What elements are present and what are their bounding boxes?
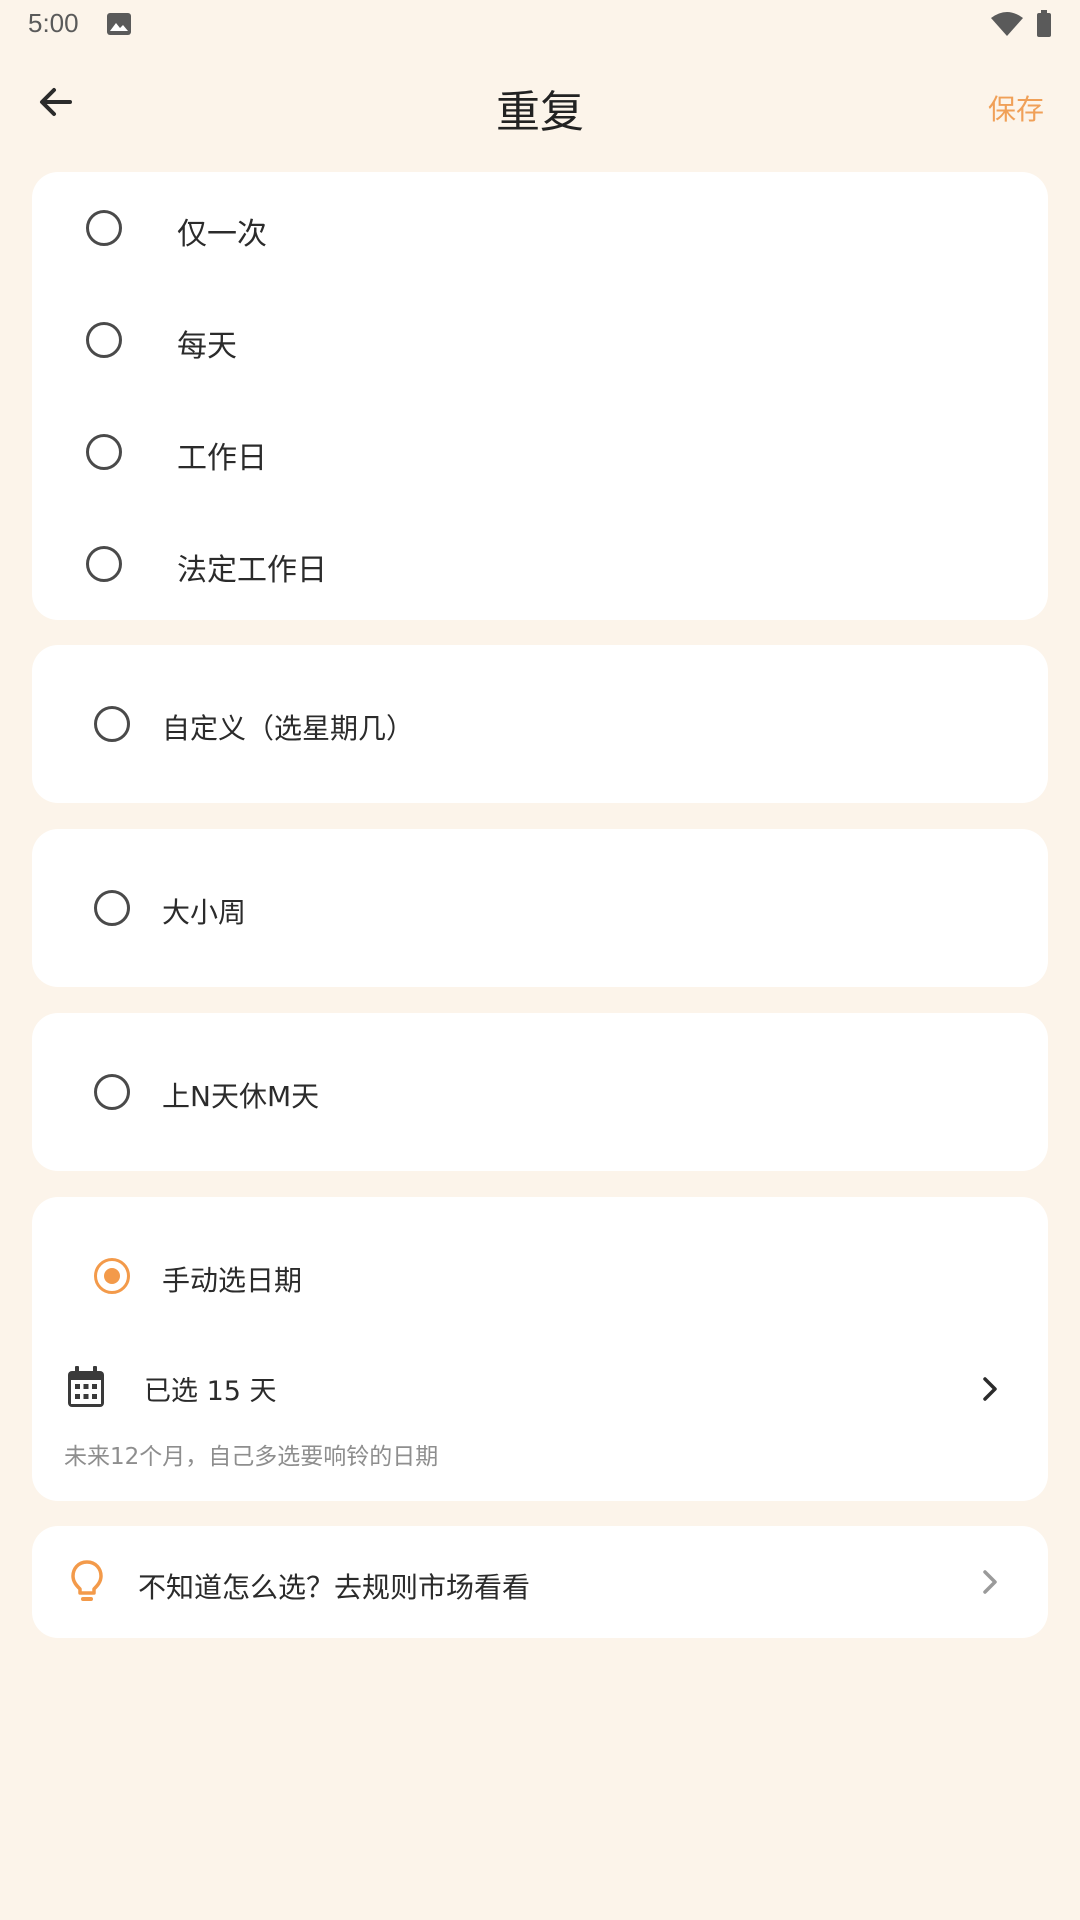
option-shift-pattern[interactable]: 上N天休M天: [32, 1057, 1048, 1127]
radio-button[interactable]: [86, 322, 122, 358]
calendar-icon: [66, 1365, 106, 1413]
custom-option-card: 自定义（选星期几）: [32, 645, 1048, 803]
status-bar: 5:00: [0, 0, 1080, 50]
radio-button-selected[interactable]: [94, 1258, 130, 1294]
option-label: 手动选日期: [162, 1264, 303, 1297]
rule-market-card[interactable]: 不知道怎么选？去规则市场看看: [32, 1526, 1048, 1638]
chevron-right-icon: [980, 1375, 1000, 1407]
lightbulb-icon: [70, 1559, 104, 1609]
alternate-weeks-card: 大小周: [32, 829, 1048, 987]
option-workdays[interactable]: 工作日: [32, 417, 1048, 487]
option-alternate-weeks[interactable]: 大小周: [32, 873, 1048, 943]
save-button[interactable]: 保存: [988, 88, 1044, 128]
option-label: 法定工作日: [177, 553, 327, 588]
radio-button[interactable]: [94, 706, 130, 742]
option-label: 工作日: [177, 441, 267, 476]
selected-days-label: 已选 15 天: [144, 1376, 277, 1407]
status-time: 5:00: [28, 8, 79, 38]
option-legal-workdays[interactable]: 法定工作日: [32, 529, 1048, 599]
image-icon: [106, 12, 132, 40]
option-label: 上N天休M天: [162, 1080, 320, 1113]
radio-button[interactable]: [86, 546, 122, 582]
basic-options-card: 仅一次 每天 工作日 法定工作日: [32, 172, 1048, 620]
option-daily[interactable]: 每天: [32, 305, 1048, 375]
radio-button[interactable]: [86, 434, 122, 470]
option-label: 每天: [177, 329, 237, 364]
option-manual-dates[interactable]: 手动选日期: [32, 1241, 1048, 1311]
page-title: 重复: [496, 87, 584, 138]
option-label: 仅一次: [177, 217, 267, 252]
radio-button[interactable]: [94, 890, 130, 926]
option-once[interactable]: 仅一次: [32, 193, 1048, 263]
rule-market-label: 不知道怎么选？去规则市场看看: [138, 1571, 531, 1604]
chevron-right-icon: [980, 1568, 1000, 1600]
radio-button[interactable]: [86, 210, 122, 246]
option-label: 大小周: [162, 896, 247, 929]
shift-pattern-card: 上N天休M天: [32, 1013, 1048, 1171]
manual-dates-card: 手动选日期 已选 15 天 未来12个月，自己多选要响铃的日期: [32, 1197, 1048, 1501]
option-label: 自定义（选星期几）: [162, 712, 415, 745]
battery-icon: [1036, 10, 1052, 42]
app-bar: 重复 保存: [0, 60, 1080, 146]
radio-button[interactable]: [94, 1074, 130, 1110]
selected-days-row[interactable]: 已选 15 天: [32, 1366, 1048, 1417]
option-custom-weekdays[interactable]: 自定义（选星期几）: [32, 689, 1048, 759]
wifi-icon: [990, 11, 1024, 41]
hint-text: 未来12个月，自己多选要响铃的日期: [64, 1444, 439, 1470]
